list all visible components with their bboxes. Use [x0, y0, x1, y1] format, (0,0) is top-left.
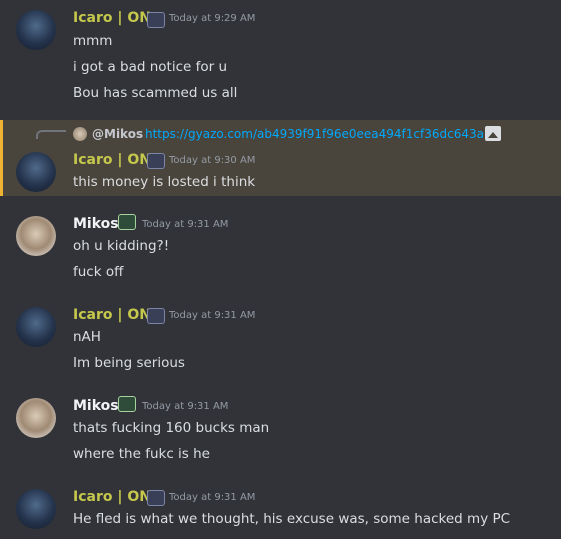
reply-avatar-mikos[interactable]	[73, 127, 87, 141]
message-line: where the fukc is he	[73, 446, 210, 462]
username-icaro[interactable]: Icaro | ON	[73, 152, 151, 168]
avatar-icaro[interactable]	[16, 10, 56, 50]
message-line: He fled is what we thought, his excuse w…	[73, 511, 511, 527]
timestamp: Today at 9:31 AM	[169, 310, 256, 321]
welcome-badge-icon	[118, 396, 136, 412]
message-line: i got a bad notice for u	[73, 59, 228, 75]
message-line: Im being serious	[73, 355, 185, 371]
timestamp: Today at 9:30 AM	[169, 155, 256, 166]
image-icon[interactable]	[485, 126, 501, 141]
reply-curve-icon	[36, 130, 66, 139]
reply-link[interactable]: https://gyazo.com/ab4939f91f96e0eea494f1…	[145, 127, 484, 141]
reply-author[interactable]: @Mikos	[92, 127, 143, 141]
message-line: this money is losted i think	[73, 174, 256, 190]
crest-badge-icon	[147, 308, 165, 324]
timestamp: Today at 9:31 AM	[142, 219, 229, 230]
crest-badge-icon	[147, 490, 165, 506]
username-mikos[interactable]: Mikos	[73, 398, 119, 414]
timestamp: Today at 9:31 AM	[142, 401, 229, 412]
avatar-mikos[interactable]	[16, 216, 56, 256]
username-icaro[interactable]: Icaro | ON	[73, 307, 151, 323]
welcome-badge-icon	[118, 214, 136, 230]
message-line: mmm	[73, 33, 113, 49]
message-line: oh u kidding?!	[73, 238, 170, 254]
mention-highlight-bar	[0, 120, 3, 196]
message-line: nAH	[73, 329, 101, 345]
timestamp: Today at 9:29 AM	[169, 13, 256, 24]
username-icaro[interactable]: Icaro | ON	[73, 489, 151, 505]
message-line: thats fucking 160 bucks man	[73, 420, 270, 436]
avatar-mikos[interactable]	[16, 398, 56, 438]
avatar-icaro[interactable]	[16, 307, 56, 347]
timestamp: Today at 9:31 AM	[169, 492, 256, 503]
crest-badge-icon	[147, 153, 165, 169]
username-icaro[interactable]: Icaro | ON	[73, 10, 151, 26]
crest-badge-icon	[147, 12, 165, 28]
username-mikos[interactable]: Mikos	[73, 216, 119, 232]
avatar-icaro[interactable]	[16, 152, 56, 192]
message-line: fuck off	[73, 264, 124, 280]
message-line: Bou has scammed us all	[73, 85, 238, 101]
avatar-icaro[interactable]	[16, 489, 56, 529]
